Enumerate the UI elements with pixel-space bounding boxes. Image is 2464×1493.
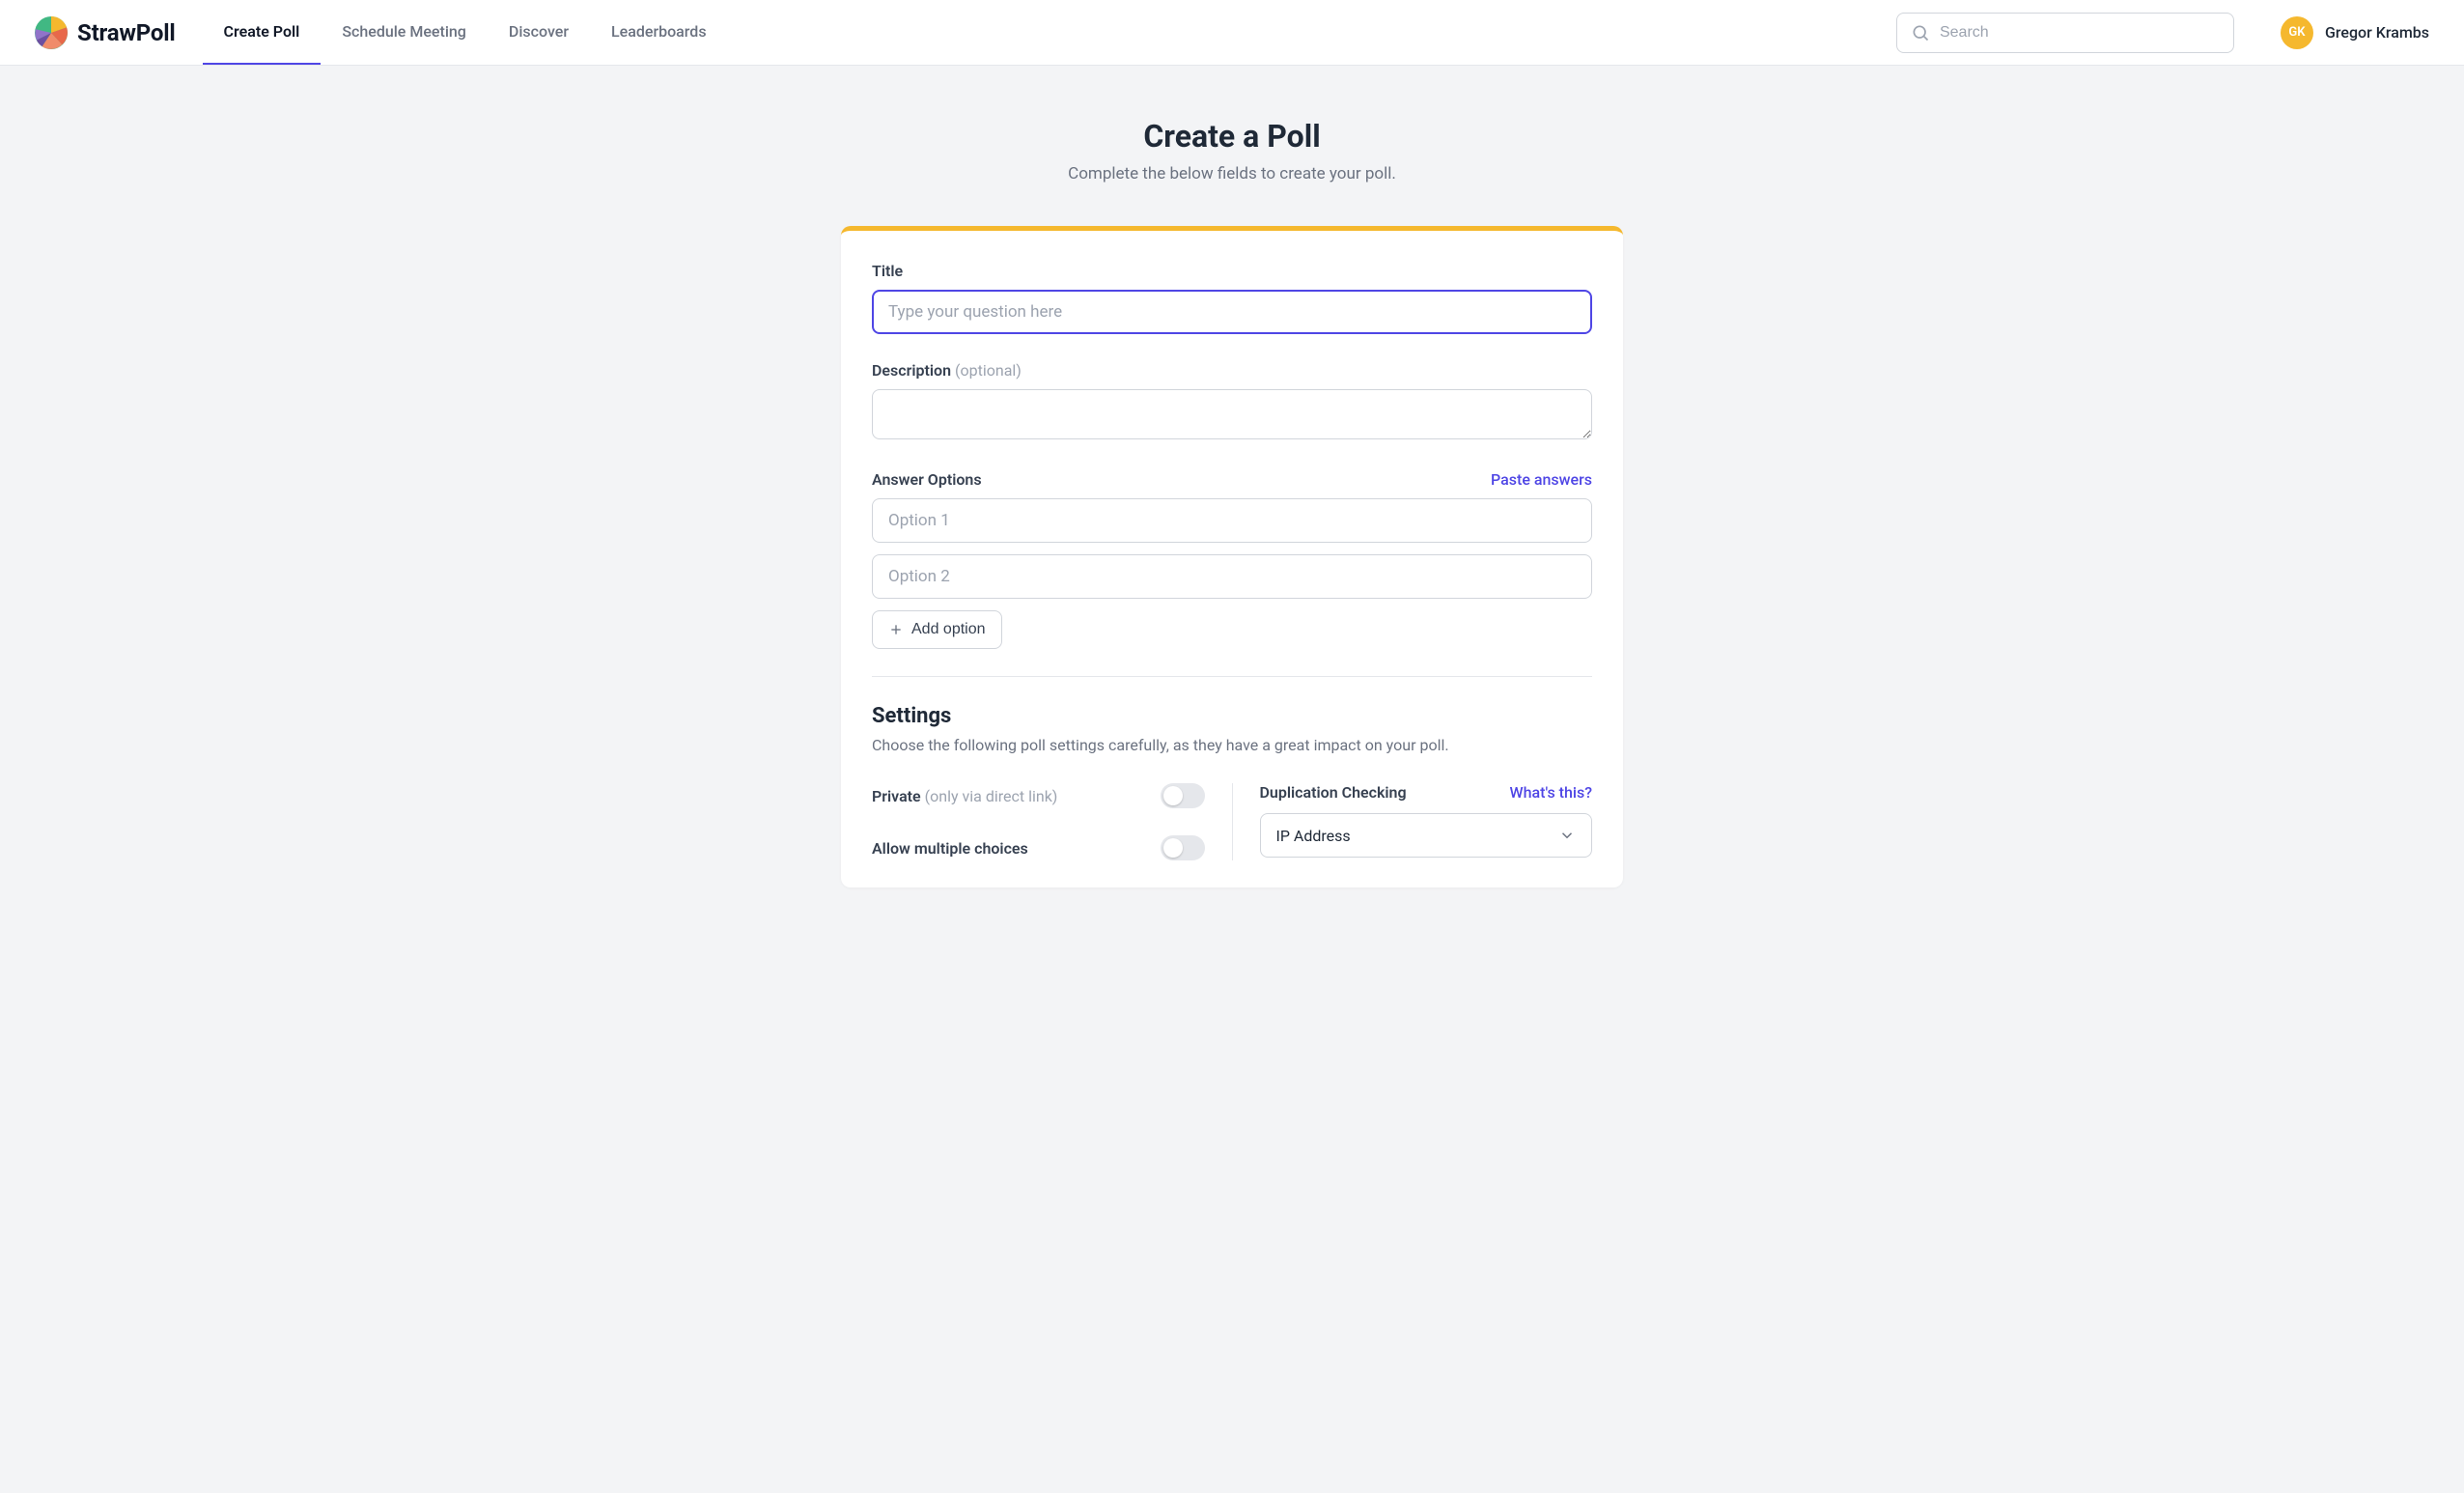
- multiple-label: Allow multiple choices: [872, 839, 1028, 858]
- settings-columns: Private (only via direct link) Allow mul…: [872, 783, 1592, 860]
- nav-schedule-meeting[interactable]: Schedule Meeting: [321, 0, 488, 65]
- plus-icon: [888, 622, 904, 637]
- description-input[interactable]: [872, 389, 1592, 439]
- private-setting-row: Private (only via direct link): [872, 783, 1205, 808]
- dup-select[interactable]: IP Address: [1260, 813, 1593, 858]
- multiple-setting-row: Allow multiple choices: [872, 835, 1205, 860]
- description-label: Description (optional): [872, 361, 1592, 380]
- nav-discover[interactable]: Discover: [488, 0, 590, 65]
- settings-subtext: Choose the following poll settings caref…: [872, 736, 1592, 754]
- nav-create-poll[interactable]: Create Poll: [203, 0, 322, 65]
- title-field-group: Title: [872, 262, 1592, 334]
- main-content: Create a Poll Complete the below fields …: [841, 66, 1623, 965]
- brand-logo-wrap[interactable]: StrawPoll: [35, 16, 176, 49]
- search-icon: [1911, 23, 1930, 42]
- chevron-down-icon: [1558, 827, 1576, 844]
- search-input[interactable]: [1940, 24, 2220, 42]
- description-optional-hint: (optional): [955, 361, 1022, 380]
- brand-name: StrawPoll: [77, 19, 176, 46]
- options-header: Answer Options Paste answers: [872, 470, 1592, 489]
- app-header: StrawPoll Create Poll Schedule Meeting D…: [0, 0, 2464, 66]
- private-label-text: Private: [872, 787, 921, 805]
- option-input-1[interactable]: [872, 498, 1592, 543]
- poll-form-card: Title Description (optional) Answer Opti…: [841, 226, 1623, 887]
- multiple-toggle[interactable]: [1161, 835, 1205, 860]
- options-label: Answer Options: [872, 470, 982, 489]
- paste-answers-link[interactable]: Paste answers: [1491, 470, 1592, 489]
- add-option-label: Add option: [911, 621, 986, 638]
- settings-right-col: Duplication Checking What's this? IP Add…: [1232, 783, 1593, 860]
- description-field-group: Description (optional): [872, 361, 1592, 443]
- whats-this-link[interactable]: What's this?: [1510, 783, 1592, 802]
- settings-left-col: Private (only via direct link) Allow mul…: [872, 783, 1232, 860]
- title-input[interactable]: [872, 290, 1592, 334]
- avatar: GK: [2281, 16, 2313, 49]
- user-menu[interactable]: GK Gregor Krambs: [2281, 16, 2429, 49]
- dup-label: Duplication Checking: [1260, 783, 1407, 802]
- main-nav: Create Poll Schedule Meeting Discover Le…: [203, 0, 728, 65]
- private-hint: (only via direct link): [925, 787, 1058, 805]
- dup-select-value: IP Address: [1276, 827, 1351, 845]
- search-box[interactable]: [1896, 13, 2234, 53]
- title-label: Title: [872, 262, 1592, 280]
- private-toggle[interactable]: [1161, 783, 1205, 808]
- description-label-text: Description: [872, 361, 951, 380]
- page-subtitle: Complete the below fields to create your…: [841, 164, 1623, 183]
- dup-header: Duplication Checking What's this?: [1260, 783, 1593, 802]
- page-title: Create a Poll: [841, 118, 1623, 155]
- username: Gregor Krambs: [2325, 23, 2429, 42]
- options-field-group: Answer Options Paste answers Add option: [872, 470, 1592, 649]
- settings-heading: Settings: [872, 704, 1592, 728]
- add-option-button[interactable]: Add option: [872, 610, 1002, 649]
- nav-leaderboards[interactable]: Leaderboards: [590, 0, 728, 65]
- brand-logo-icon: [35, 16, 68, 49]
- divider: [872, 676, 1592, 677]
- private-label: Private (only via direct link): [872, 787, 1057, 805]
- option-input-2[interactable]: [872, 554, 1592, 599]
